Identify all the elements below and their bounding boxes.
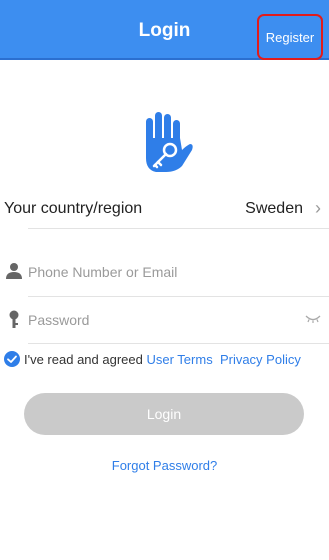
password-row: [0, 300, 329, 340]
phone-email-row: [0, 252, 329, 292]
user-terms-link[interactable]: User Terms: [146, 352, 212, 367]
person-icon: [6, 263, 22, 279]
agreement-row: I've read and agreed User Terms Privacy …: [4, 349, 324, 371]
agreement-text: I've read and agreed User Terms Privacy …: [24, 352, 301, 367]
agreement-label: I've read and agreed: [24, 352, 143, 367]
login-button[interactable]: Login: [24, 393, 304, 435]
checkbox-checked-icon[interactable]: [4, 351, 20, 367]
country-value: Sweden: [245, 200, 303, 217]
forgot-password-link[interactable]: Forgot Password?: [0, 458, 329, 473]
divider: [28, 343, 329, 344]
privacy-policy-link[interactable]: Privacy Policy: [220, 352, 301, 367]
app-header: Login Register: [0, 0, 329, 60]
register-button[interactable]: Register: [257, 14, 323, 60]
eye-closed-icon[interactable]: [305, 314, 321, 324]
country-label: Your country/region: [4, 200, 143, 217]
chevron-right-icon: ›: [315, 198, 321, 218]
divider: [28, 228, 329, 229]
key-icon: [9, 310, 19, 328]
divider: [28, 296, 329, 297]
country-selector[interactable]: Your country/region Sweden ›: [0, 188, 329, 230]
password-input[interactable]: [28, 308, 288, 332]
hand-key-logo-icon: [146, 112, 193, 172]
phone-email-input[interactable]: [28, 260, 288, 284]
